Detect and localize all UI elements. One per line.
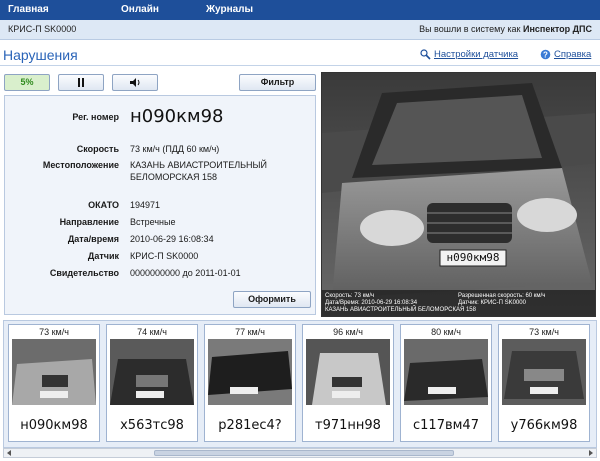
device-name: КРИС-П SK0000 [8, 24, 77, 34]
thumbnail-plate: х563тс98 [120, 418, 184, 433]
thumbnail-item[interactable]: 80 км/ч с117вм47 [400, 324, 492, 442]
thumbnail-speed: 77 км/ч [235, 327, 265, 337]
pause-button[interactable] [58, 74, 104, 91]
datetime-label: Дата/время [67, 234, 119, 244]
reg-number-value: н090км98 [130, 106, 224, 127]
scroll-right-arrow-icon[interactable] [587, 450, 595, 456]
thumbnail-plate: с117вм47 [413, 418, 479, 433]
location-label: Местоположение [42, 160, 119, 170]
help-link[interactable]: ? Справка [540, 49, 591, 60]
direction-label: Направление [59, 217, 119, 227]
thumbnail-item[interactable]: 73 км/ч у766км98 [498, 324, 590, 442]
top-navigation: Главная Онлайн Журналы [0, 0, 600, 20]
scrollbar-thumb[interactable] [154, 450, 454, 456]
reg-number-label: Рег. номер [72, 112, 119, 122]
thumbnail-speed: 74 км/ч [137, 327, 167, 337]
thumbnail-plate: р281ес4? [218, 418, 282, 433]
location-line2: БЕЛОМОРСКАЯ 158 [130, 172, 217, 182]
login-prefix: Вы вошли в систему как [419, 24, 521, 34]
nav-item-home[interactable]: Главная [8, 4, 49, 15]
violation-photo: н090км98 Скорость: 73 км/ч Дата/Время: 2… [321, 72, 596, 317]
thumbnail-image [208, 339, 292, 405]
thumbnail-item[interactable]: 73 км/ч н090км98 [8, 324, 100, 442]
okato-label: ОКАТО [88, 200, 119, 210]
nav-item-online[interactable]: Онлайн [121, 4, 159, 15]
thumbnail-image [12, 339, 96, 405]
nav-item-journals[interactable]: Журналы [206, 4, 253, 15]
okato-value: 194971 [130, 200, 161, 210]
scroll-left-arrow-icon[interactable] [5, 450, 13, 456]
sensor-label: Датчик [87, 251, 119, 261]
thumbnail-plate: т971нн98 [315, 418, 381, 433]
progress-indicator: 5% [4, 74, 50, 91]
certificate-value: 0000000000 до 2011-01-01 [130, 268, 241, 278]
photo-caption: Скорость: 73 км/ч Дата/Время: 2010-06-29… [322, 290, 595, 316]
thumbnail-strip: 73 км/ч н090км98 74 км/ч х563тс98 77 км/… [3, 320, 597, 448]
filter-button[interactable]: Фильтр [239, 74, 316, 91]
login-status: Вы вошли в систему как Инспектор ДПС [419, 24, 592, 34]
datetime-value: 2010-06-29 16:08:34 [130, 234, 214, 244]
caption-allowed-speed: Разрешенная скорость: 60 км/ч [458, 293, 546, 299]
thumbnail-image [502, 339, 586, 405]
certificate-label: Свидетельство [49, 268, 119, 278]
location-line1: КАЗАНЬ АВИАСТРОИТЕЛЬНЫЙ [130, 160, 267, 170]
caption-sensor: Датчик: КРИС-П SK0000 [458, 300, 526, 306]
help-icon: ? [540, 49, 551, 60]
speed-value: 73 км/ч (ПДД 60 км/ч) [130, 144, 220, 154]
thumbnail-plate: н090км98 [20, 418, 88, 433]
thumbnail-image [306, 339, 390, 405]
thumbnail-item[interactable]: 74 км/ч х563тс98 [106, 324, 198, 442]
sound-button[interactable] [112, 74, 158, 91]
svg-text:?: ? [543, 51, 548, 60]
thumbnail-speed: 96 км/ч [333, 327, 363, 337]
caption-speed: Скорость: 73 км/ч [325, 293, 375, 299]
speaker-icon [129, 78, 139, 87]
page-title: Нарушения [3, 47, 78, 63]
sensor-settings-link[interactable]: Настройки датчика [420, 49, 518, 60]
thumbnail-speed: 73 км/ч [529, 327, 559, 337]
thumbnail-item[interactable]: 96 км/ч т971нн98 [302, 324, 394, 442]
wrench-icon [420, 49, 431, 60]
car-photo-image [322, 73, 595, 316]
caption-datetime: Дата/Время: 2010-06-29 16:08:34 [325, 300, 418, 306]
thumbnail-item[interactable]: 77 км/ч р281ес4? [204, 324, 296, 442]
horizontal-scrollbar[interactable] [3, 448, 597, 458]
thumbnail-plate: у766км98 [510, 418, 578, 433]
user-name: Инспектор ДПС [522, 24, 592, 34]
sensor-settings-label: Настройки датчика [434, 49, 519, 61]
user-bar: КРИС-П SK0000 Вы вошли в систему как Инс… [0, 20, 600, 40]
pause-icon [78, 78, 84, 87]
submit-button[interactable]: Оформить [233, 291, 311, 308]
direction-value: Встречные [130, 217, 176, 227]
thumbnail-speed: 80 км/ч [431, 327, 461, 337]
thumbnail-image [110, 339, 194, 405]
title-divider [0, 65, 600, 66]
photo-plate-text: н090км98 [446, 251, 500, 264]
thumbnail-image [404, 339, 488, 405]
sensor-value: КРИС-П SK0000 [130, 251, 199, 261]
speed-label: Скорость [76, 144, 119, 154]
help-label: Справка [554, 49, 592, 61]
thumbnail-speed: 73 км/ч [39, 327, 69, 337]
violation-details-panel: Рег. номер н090км98 Скорость 73 км/ч (ПД… [4, 95, 316, 315]
caption-location: КАЗАНЬ АВИАСТРОИТЕЛЬНЫЙ БЕЛОМОРСКАЯ 158 [325, 307, 476, 313]
